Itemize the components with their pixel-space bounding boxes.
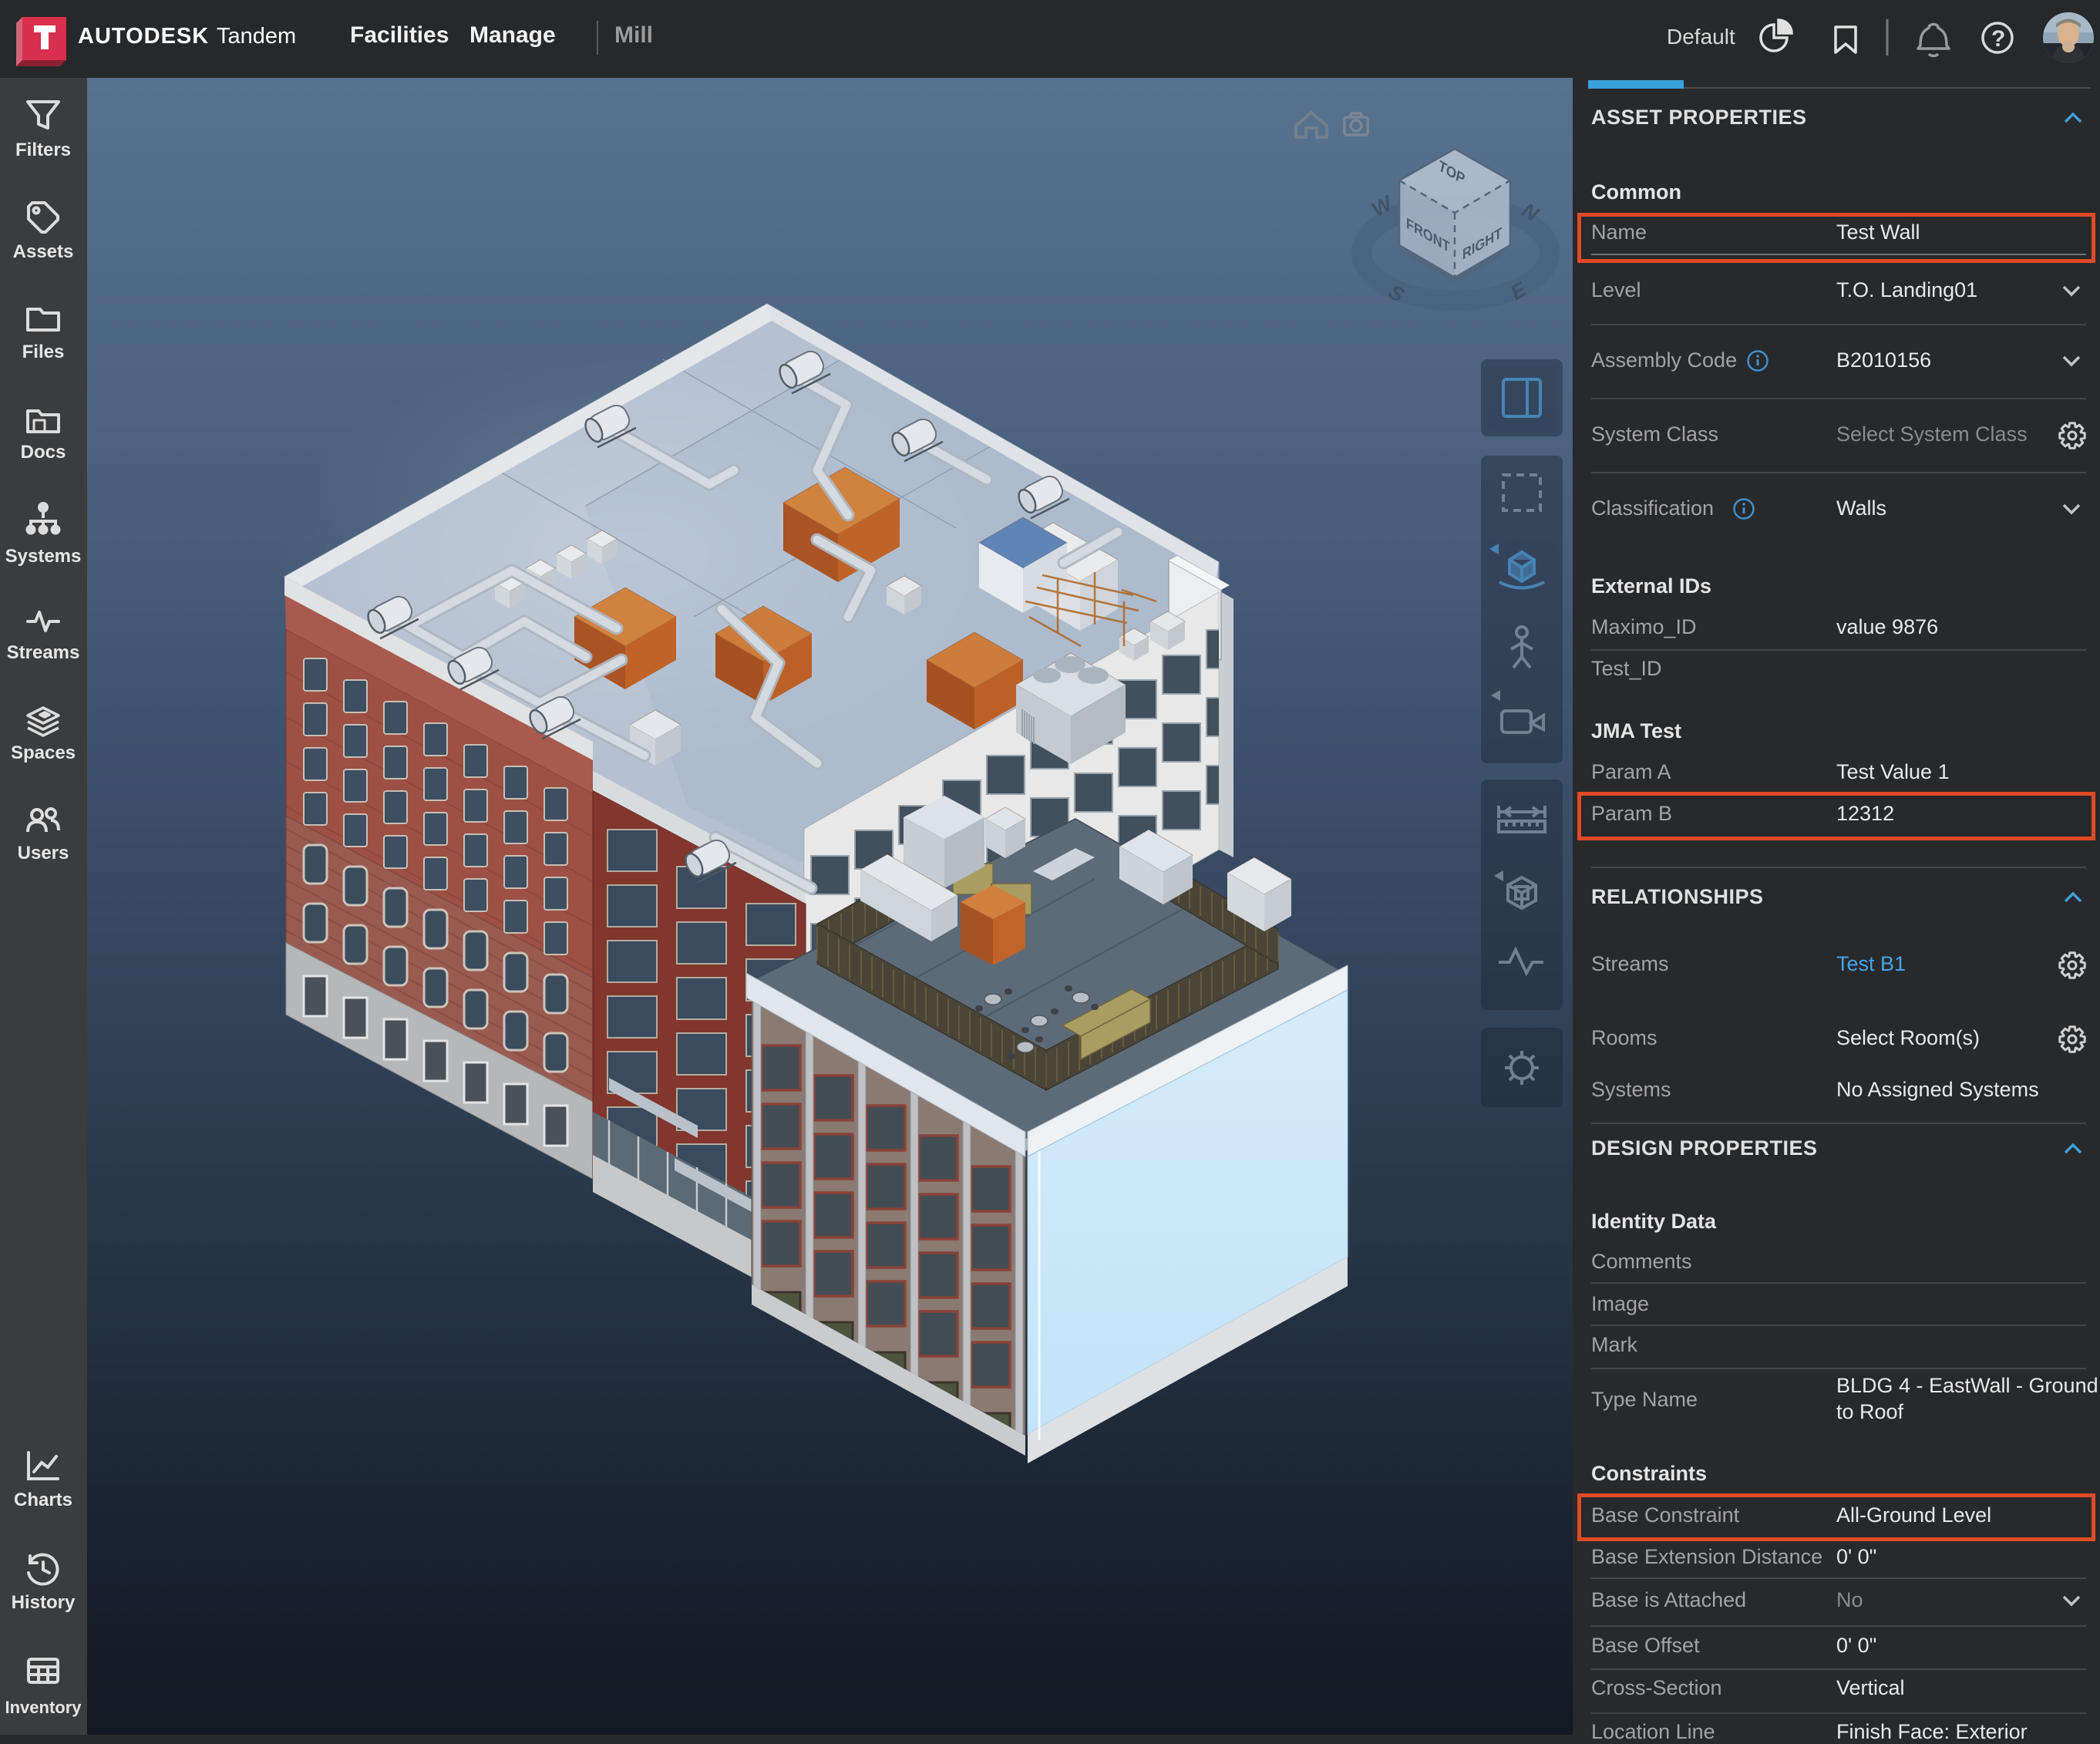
svg-text:?: ? [1991, 26, 2005, 52]
